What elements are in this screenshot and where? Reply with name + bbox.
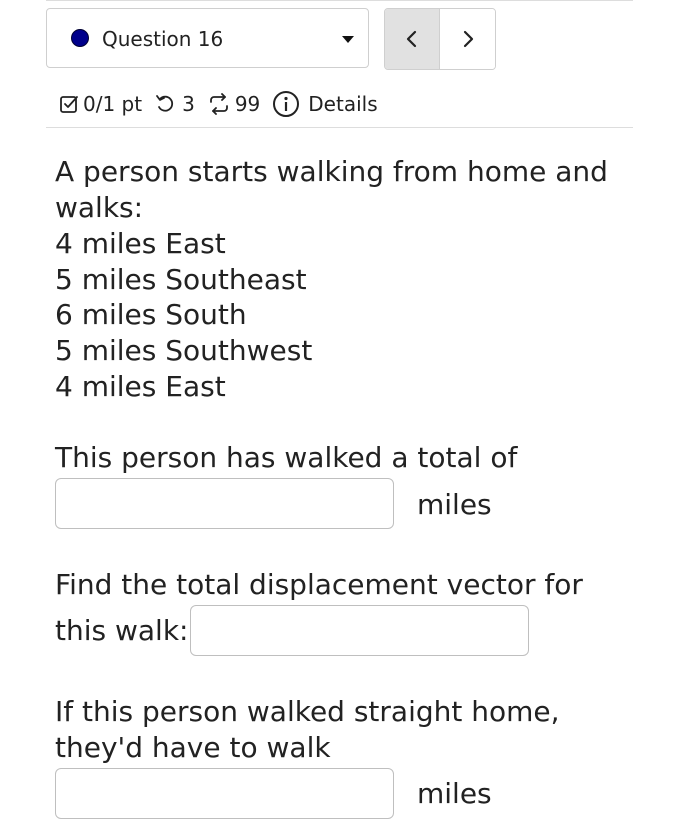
checkbox-score-icon (58, 93, 80, 115)
question-nav-group (384, 8, 496, 70)
info-divider (46, 127, 633, 128)
displacement-vector-input[interactable] (191, 606, 528, 655)
info-icon[interactable] (272, 90, 300, 118)
attempts-count: 99 (234, 92, 261, 116)
question-intro: A person starts walking from home and wa… (55, 155, 608, 224)
distance-home-input-box (55, 768, 394, 819)
question-status-dot (71, 29, 89, 47)
question-select-label: Question 16 (102, 27, 224, 51)
displacement-vector-input-box (190, 605, 529, 656)
part1-unit: miles (417, 488, 492, 521)
chevron-left-icon (406, 30, 417, 48)
total-distance-input-box (55, 478, 394, 529)
attempts-icon (207, 93, 231, 115)
details-link[interactable]: Details (308, 92, 377, 116)
part1-prompt: This person has walked a total of (55, 441, 518, 474)
walk-leg-2: 5 miles Southeast (55, 263, 307, 296)
score-text: 0/1 pt (83, 92, 143, 116)
distance-home-input[interactable] (56, 769, 393, 818)
top-divider (46, 0, 633, 1)
total-distance-input[interactable] (56, 479, 393, 528)
part2-prompt-line1: Find the total displacement vector for (55, 568, 583, 601)
part2-prompt-line2: this walk: (55, 614, 189, 647)
walk-leg-5: 4 miles East (55, 370, 226, 403)
part3-unit: miles (417, 777, 492, 810)
chevron-right-icon (463, 30, 473, 48)
walk-leg-1: 4 miles East (55, 227, 226, 260)
question-info-bar: 0/1 pt 3 99 Details (58, 88, 378, 120)
retry-icon (154, 93, 176, 115)
question-select-dropdown[interactable]: Question 16 (46, 8, 369, 68)
retries-count: 3 (182, 92, 195, 116)
walk-leg-3: 6 miles South (55, 298, 247, 331)
next-question-button[interactable] (440, 9, 495, 69)
previous-question-button[interactable] (385, 9, 441, 69)
part3-prompt-line1: If this person walked straight home, (55, 695, 560, 728)
walk-leg-4: 5 miles Southwest (55, 334, 313, 367)
part3-prompt-line2: they'd have to walk (55, 731, 331, 764)
caret-down-icon (342, 36, 354, 43)
